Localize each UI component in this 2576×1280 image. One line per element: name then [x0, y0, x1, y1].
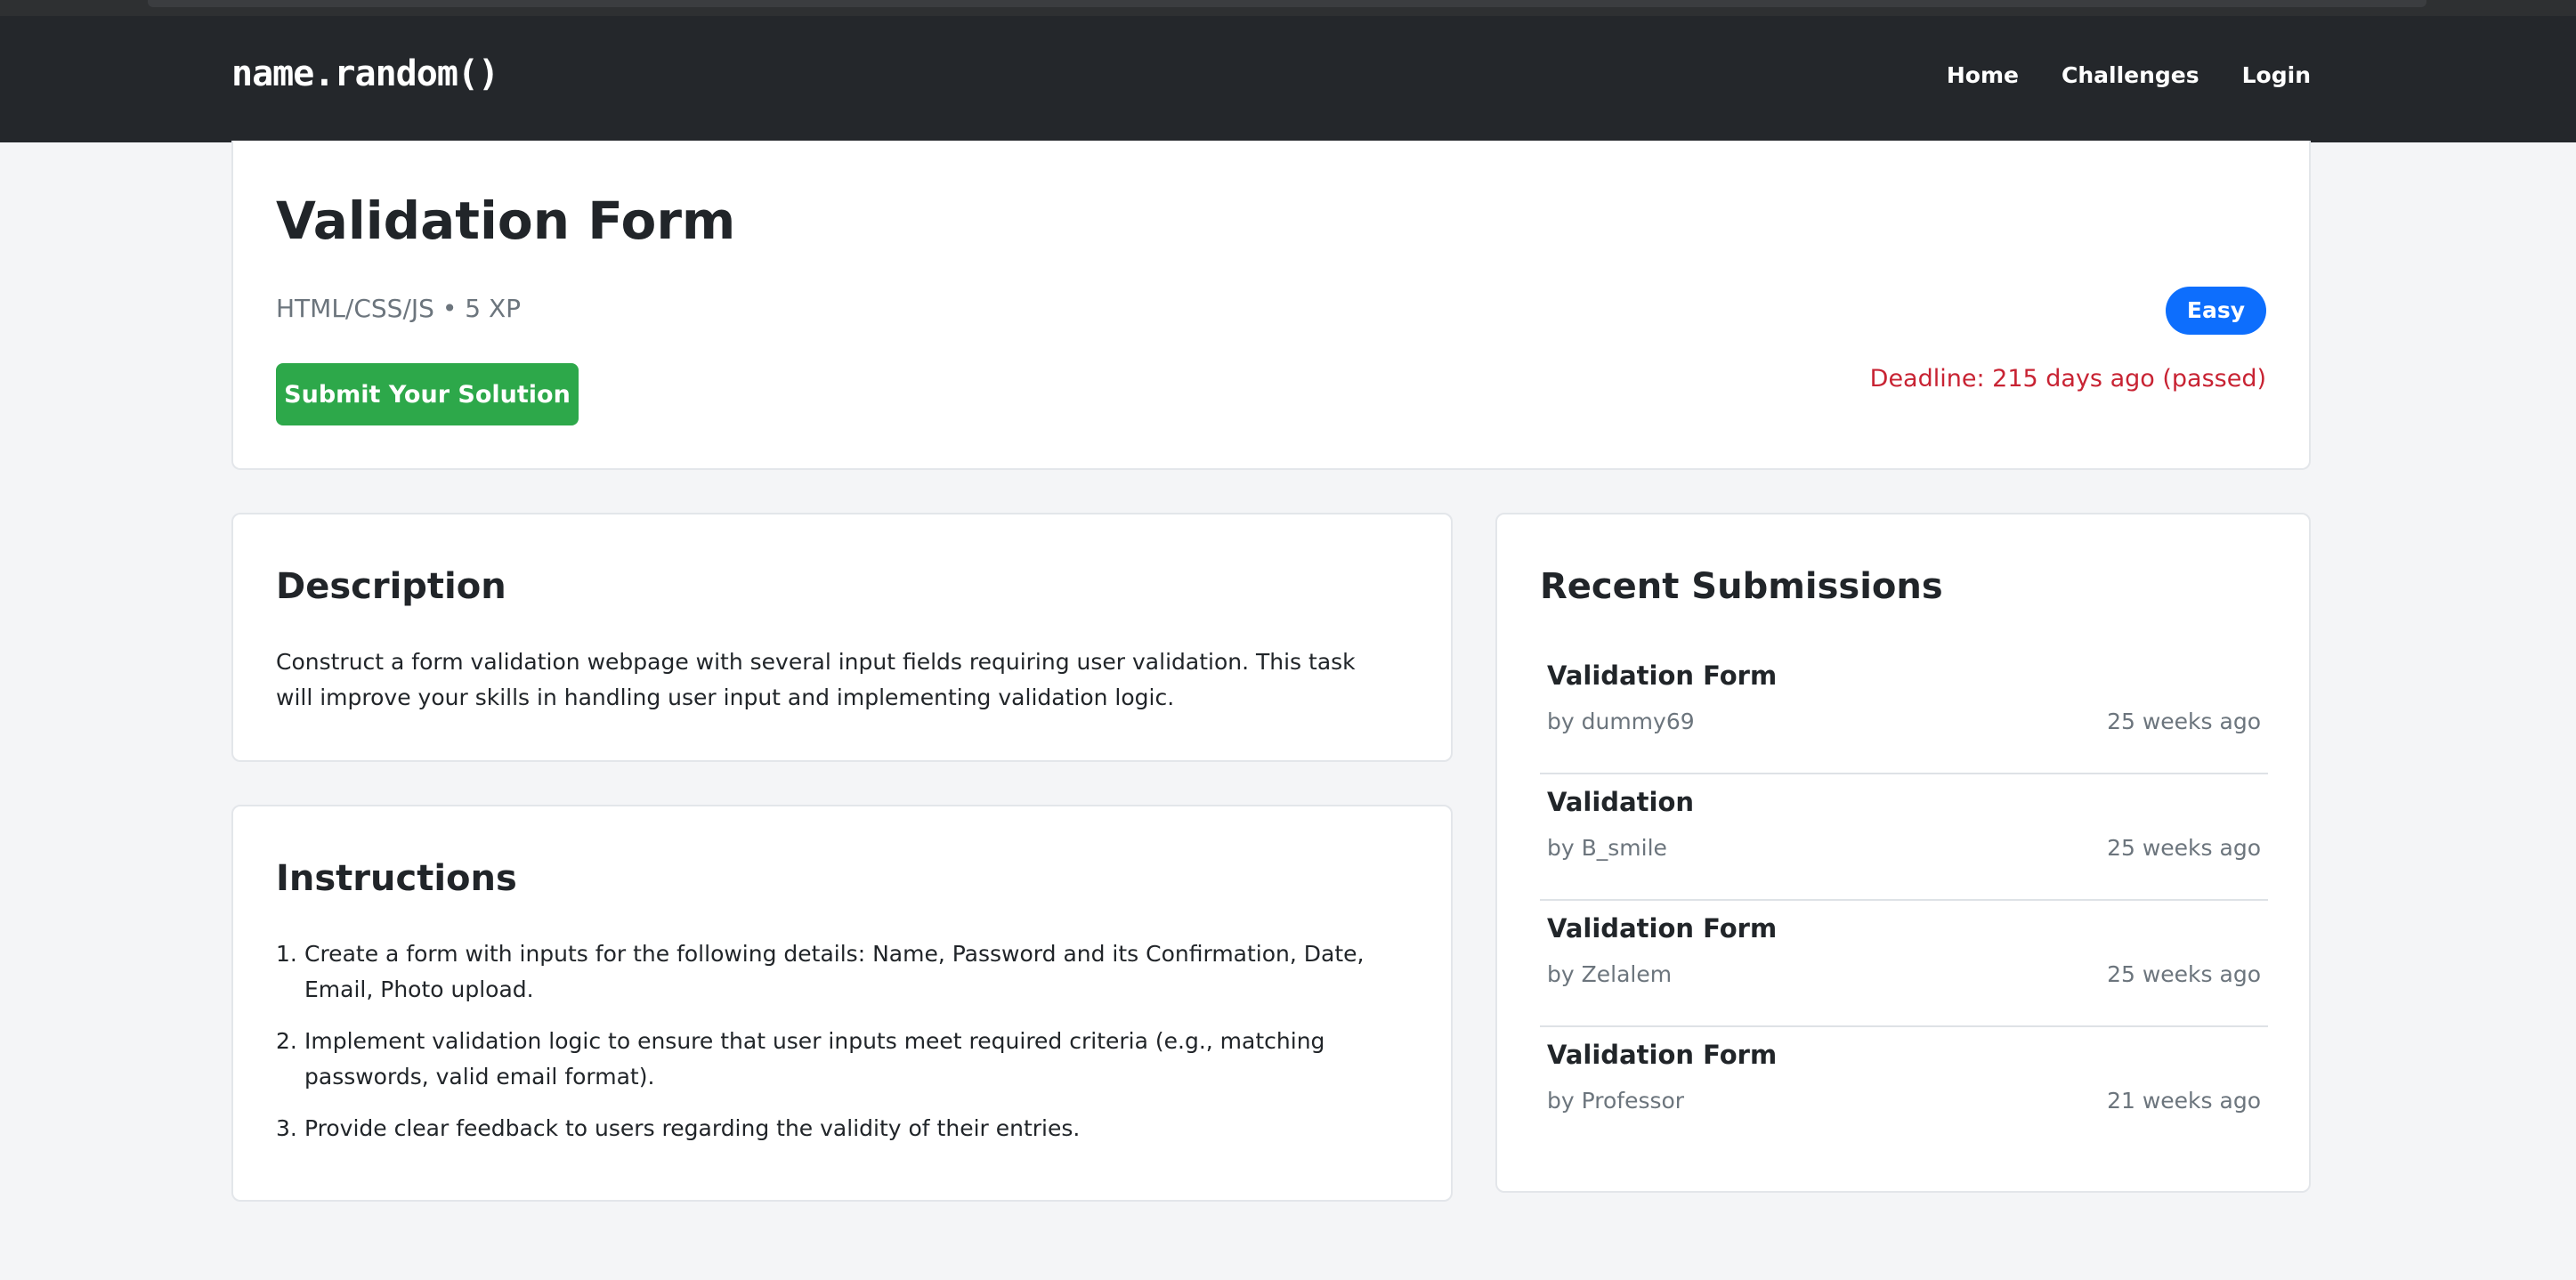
instruction-item: 2. Implement validation logic to ensure … — [276, 1024, 1406, 1095]
instructions-card: Instructions 1. Create a form with input… — [231, 805, 1453, 1202]
submit-solution-button[interactable]: Submit Your Solution — [276, 363, 579, 425]
browser-top-strip-inner — [148, 0, 2426, 7]
recent-submissions-card: Recent Submissions Validation Form by du… — [1495, 513, 2311, 1193]
submission-title[interactable]: Validation — [1547, 787, 1694, 817]
instruction-number: 3. — [276, 1115, 297, 1141]
submission-title[interactable]: Validation Form — [1547, 660, 1777, 691]
instructions-list: 1. Create a form with inputs for the fol… — [276, 936, 1406, 1163]
description-text: Construct a form validation webpage with… — [276, 649, 1356, 710]
instruction-text: Provide clear feedback to users regardin… — [304, 1115, 1081, 1141]
instruction-text: Implement validation logic to ensure tha… — [304, 1028, 1325, 1090]
submission-time: 21 weeks ago — [2107, 1088, 2261, 1114]
submission-item[interactable]: Validation Form by Professor 21 weeks ag… — [1540, 1027, 2268, 1154]
submission-time: 25 weeks ago — [2107, 709, 2261, 734]
instruction-item: 1. Create a form with inputs for the fol… — [276, 936, 1406, 1008]
description-card: Description Construct a form validation … — [231, 513, 1453, 762]
brand-logo[interactable]: name.random() — [231, 53, 499, 94]
challenge-header-card: Validation Form HTML/CSS/JS • 5 XP Submi… — [231, 141, 2311, 470]
instruction-item: 3. Provide clear feedback to users regar… — [276, 1111, 1406, 1146]
submission-author: by Professor — [1547, 1088, 1685, 1114]
submissions-list: Validation Form by dummy69 25 weeks ago … — [1540, 648, 2268, 1154]
nav-link-login[interactable]: Login — [2242, 62, 2311, 88]
nav-link-home[interactable]: Home — [1947, 62, 2019, 88]
submission-author: by Zelalem — [1547, 961, 1673, 987]
navbar: name.random() Home Challenges Login — [0, 16, 2576, 142]
submission-item[interactable]: Validation by B_smile 25 weeks ago — [1540, 774, 2268, 901]
nav-link-challenges[interactable]: Challenges — [2062, 62, 2199, 88]
instruction-text: Create a form with inputs for the follow… — [304, 941, 1365, 1002]
challenge-title: Validation Form — [276, 190, 736, 251]
submission-item[interactable]: Validation Form by Zelalem 25 weeks ago — [1540, 901, 2268, 1027]
submission-author: by dummy69 — [1547, 709, 1695, 734]
challenge-meta: HTML/CSS/JS • 5 XP — [276, 294, 522, 323]
submission-title[interactable]: Validation Form — [1547, 913, 1777, 944]
instruction-number: 2. — [276, 1028, 297, 1054]
submission-time: 25 weeks ago — [2107, 835, 2261, 861]
deadline-text: Deadline: 215 days ago (passed) — [1869, 365, 2266, 393]
instruction-number: 1. — [276, 941, 297, 967]
recent-submissions-heading: Recent Submissions — [1540, 566, 1943, 607]
instructions-heading: Instructions — [276, 858, 517, 899]
nav-links: Home Challenges Login — [1947, 62, 2311, 88]
description-heading: Description — [276, 566, 506, 607]
submission-item[interactable]: Validation Form by dummy69 25 weeks ago — [1540, 648, 2268, 774]
submission-title[interactable]: Validation Form — [1547, 1040, 1777, 1070]
difficulty-badge: Easy — [2165, 287, 2266, 335]
submission-time: 25 weeks ago — [2107, 961, 2261, 987]
submission-author: by B_smile — [1547, 835, 1667, 861]
